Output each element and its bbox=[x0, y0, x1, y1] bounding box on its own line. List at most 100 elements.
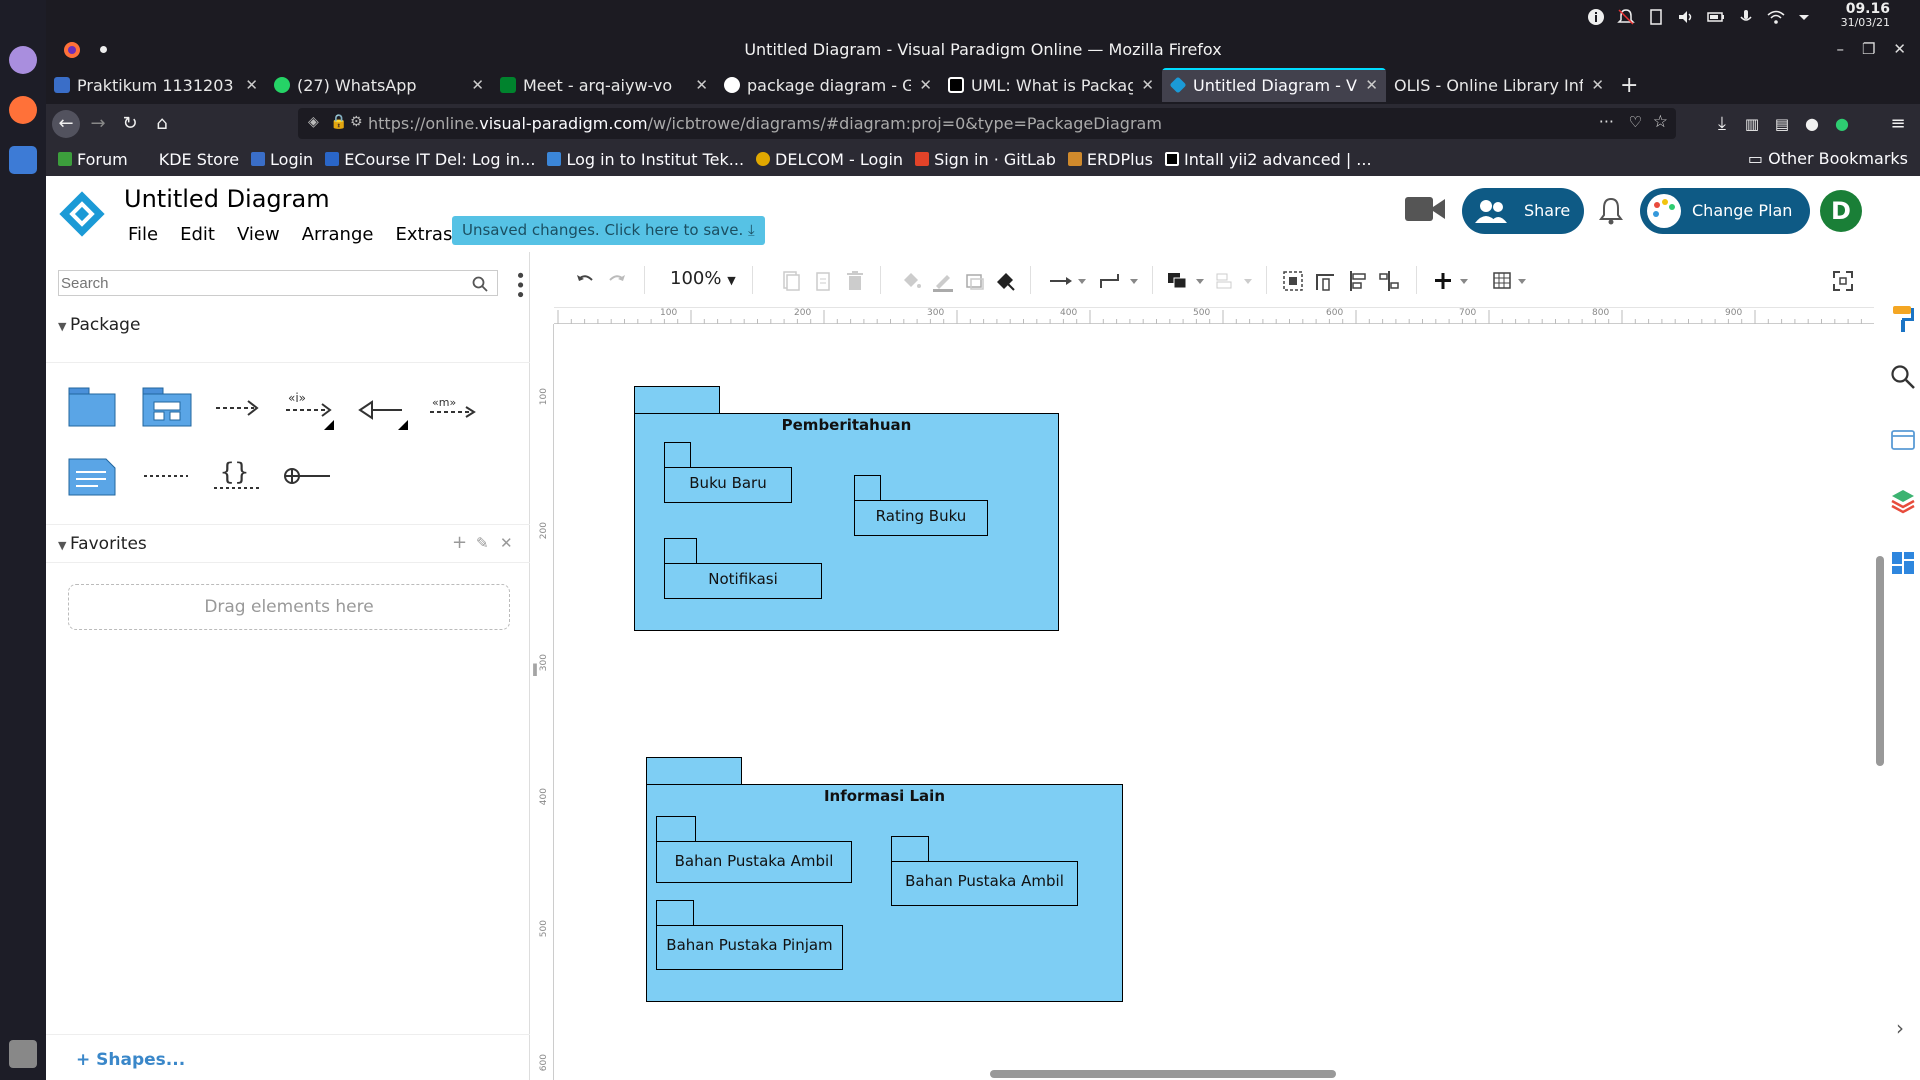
paint-roller-icon[interactable] bbox=[1890, 304, 1916, 334]
bookmark-item[interactable]: Login bbox=[251, 150, 313, 169]
arrange-front-icon[interactable] bbox=[1166, 270, 1208, 292]
note-shape[interactable] bbox=[68, 458, 116, 496]
panel-options-icon[interactable]: ••• bbox=[509, 270, 530, 299]
clock[interactable]: 09.16 31/03/21 bbox=[1841, 2, 1890, 30]
favorites-section-header[interactable]: ▼ Favorites bbox=[58, 534, 147, 554]
close-tab-icon[interactable]: ✕ bbox=[245, 76, 258, 94]
copy-icon[interactable] bbox=[780, 270, 802, 292]
info-icon[interactable] bbox=[1586, 7, 1606, 27]
import-dependency-shape[interactable]: «i» bbox=[284, 388, 336, 430]
containment-shape[interactable] bbox=[282, 464, 332, 488]
bookmark-item[interactable]: DELCOM - Login bbox=[756, 150, 903, 169]
format-painter-icon[interactable] bbox=[994, 270, 1016, 292]
pocket-icon[interactable]: ♡ bbox=[1629, 113, 1642, 131]
menu-arrange[interactable]: Arrange bbox=[302, 224, 374, 245]
select-all-icon[interactable] bbox=[1282, 270, 1304, 292]
bookmark-item[interactable]: ECourse IT Del: Log in... bbox=[325, 150, 535, 169]
package-shape[interactable] bbox=[68, 386, 116, 428]
notification-bell-icon[interactable] bbox=[1616, 7, 1636, 27]
wifi-icon[interactable] bbox=[1766, 7, 1786, 27]
close-tab-icon[interactable]: ✕ bbox=[471, 76, 484, 94]
unsaved-changes-button[interactable]: Unsaved changes. Click here to save. ⤓ bbox=[452, 216, 765, 245]
shadow-icon[interactable] bbox=[964, 270, 986, 292]
tab-olis[interactable]: OLIS - Online Library Inf ✕ bbox=[1386, 68, 1612, 102]
microphone-icon[interactable] bbox=[1736, 7, 1756, 27]
new-tab-button[interactable]: + bbox=[1612, 68, 1652, 102]
align-left-icon[interactable] bbox=[1346, 270, 1368, 292]
diagram-canvas[interactable]: Pemberitahuan Buku Baru Rating Buku Noti… bbox=[554, 324, 1874, 1080]
close-tab-icon[interactable]: ✕ bbox=[695, 76, 708, 94]
minimize-icon[interactable]: – bbox=[1836, 40, 1844, 58]
bookmark-item[interactable]: Sign in · GitLab bbox=[915, 150, 1056, 169]
trash-icon[interactable] bbox=[9, 1040, 37, 1068]
vertical-scrollbar[interactable] bbox=[1876, 556, 1884, 766]
tab-untitled-diagram[interactable]: Untitled Diagram - VP ✕ bbox=[1162, 68, 1386, 102]
line-color-icon[interactable] bbox=[932, 270, 954, 292]
more-shapes-link[interactable]: + Shapes... bbox=[76, 1050, 185, 1070]
sidebar-toggle-icon[interactable]: ▤ bbox=[1768, 110, 1796, 138]
search-icon[interactable] bbox=[1890, 364, 1916, 390]
tab-uml[interactable]: UML: What is Packag ✕ bbox=[940, 68, 1162, 102]
bookmark-item[interactable]: ERDPlus bbox=[1067, 150, 1153, 169]
edit-icon[interactable]: ✎ bbox=[476, 534, 489, 552]
close-icon[interactable]: ✕ bbox=[1893, 40, 1906, 58]
templates-icon[interactable] bbox=[1890, 550, 1916, 576]
paste-icon[interactable] bbox=[812, 270, 834, 292]
table-icon[interactable] bbox=[1492, 270, 1534, 292]
lock-icon[interactable]: 🔒 bbox=[330, 114, 347, 130]
zoom-dropdown[interactable]: 100% ▼ bbox=[670, 268, 736, 289]
generalization-arrow-shape[interactable] bbox=[356, 388, 410, 430]
user-avatar[interactable]: D bbox=[1820, 190, 1862, 232]
download-icon[interactable]: ⤓ bbox=[1708, 110, 1736, 138]
connector-arrow-icon[interactable] bbox=[1048, 270, 1088, 292]
undo-icon[interactable] bbox=[574, 270, 596, 292]
bookmark-item[interactable]: Intall yii2 advanced | ... bbox=[1165, 150, 1372, 169]
dock-app-icon[interactable] bbox=[9, 46, 37, 74]
grammarly-icon[interactable]: ● bbox=[1828, 110, 1856, 138]
fill-color-icon[interactable] bbox=[900, 270, 922, 292]
tab-praktikum[interactable]: Praktikum 1131203 ✕ bbox=[46, 68, 266, 102]
distribute-icon[interactable] bbox=[1378, 270, 1400, 292]
tab-package-diagram[interactable]: package diagram - G ✕ bbox=[716, 68, 940, 102]
more-icon[interactable]: ··· bbox=[1599, 112, 1614, 131]
constraint-shape[interactable]: {} bbox=[212, 456, 262, 492]
layers-icon[interactable] bbox=[1890, 488, 1916, 516]
firefox-icon[interactable] bbox=[9, 96, 37, 124]
battery-icon[interactable] bbox=[1706, 7, 1726, 27]
bookmark-item[interactable]: Log in to Institut Tek... bbox=[547, 150, 744, 169]
permissions-icon[interactable]: ⚙ bbox=[350, 114, 363, 130]
clipboard-icon[interactable] bbox=[1646, 7, 1666, 27]
forward-button[interactable]: → bbox=[84, 110, 112, 138]
favorites-drop-zone[interactable]: Drag elements here bbox=[68, 584, 510, 630]
menu-extras[interactable]: Extras bbox=[395, 224, 452, 245]
bookmark-item[interactable]: Forum bbox=[58, 150, 128, 169]
close-icon[interactable]: ✕ bbox=[500, 534, 513, 552]
other-bookmarks[interactable]: ▭ Other Bookmarks bbox=[1748, 149, 1908, 168]
library-icon[interactable]: ▥ bbox=[1738, 110, 1766, 138]
anchor-line-shape[interactable] bbox=[142, 468, 190, 484]
account-icon[interactable]: ● bbox=[1798, 110, 1826, 138]
shield-icon[interactable]: ◈ bbox=[308, 114, 319, 130]
bookmark-item[interactable]: KDE Store bbox=[139, 150, 239, 169]
chevron-right-icon[interactable]: › bbox=[1896, 1016, 1904, 1040]
merge-dependency-shape[interactable]: «m» bbox=[428, 396, 478, 420]
reload-button[interactable]: ↻ bbox=[116, 110, 144, 138]
menu-view[interactable]: View bbox=[237, 224, 280, 245]
fullscreen-icon[interactable] bbox=[1832, 270, 1854, 292]
outline-panel-icon[interactable] bbox=[1890, 428, 1916, 452]
video-call-icon[interactable] bbox=[1404, 194, 1446, 224]
back-button[interactable]: ← bbox=[52, 110, 80, 138]
change-plan-button[interactable]: Change Plan bbox=[1640, 188, 1810, 234]
close-tab-icon[interactable]: ✕ bbox=[1591, 76, 1604, 94]
files-icon[interactable] bbox=[9, 146, 37, 174]
add-favorite-icon[interactable]: + bbox=[452, 532, 467, 553]
horizontal-scrollbar[interactable] bbox=[990, 1070, 1336, 1078]
close-tab-icon[interactable]: ✕ bbox=[1141, 76, 1154, 94]
resize-icon[interactable] bbox=[1314, 270, 1336, 292]
search-input[interactable] bbox=[58, 270, 498, 296]
share-button[interactable]: Share bbox=[1462, 188, 1584, 234]
insert-plus-icon[interactable] bbox=[1432, 270, 1474, 292]
star-icon[interactable]: ☆ bbox=[1653, 112, 1668, 132]
waypoint-style-icon[interactable] bbox=[1098, 270, 1140, 292]
dependency-arrow-shape[interactable] bbox=[214, 396, 260, 420]
